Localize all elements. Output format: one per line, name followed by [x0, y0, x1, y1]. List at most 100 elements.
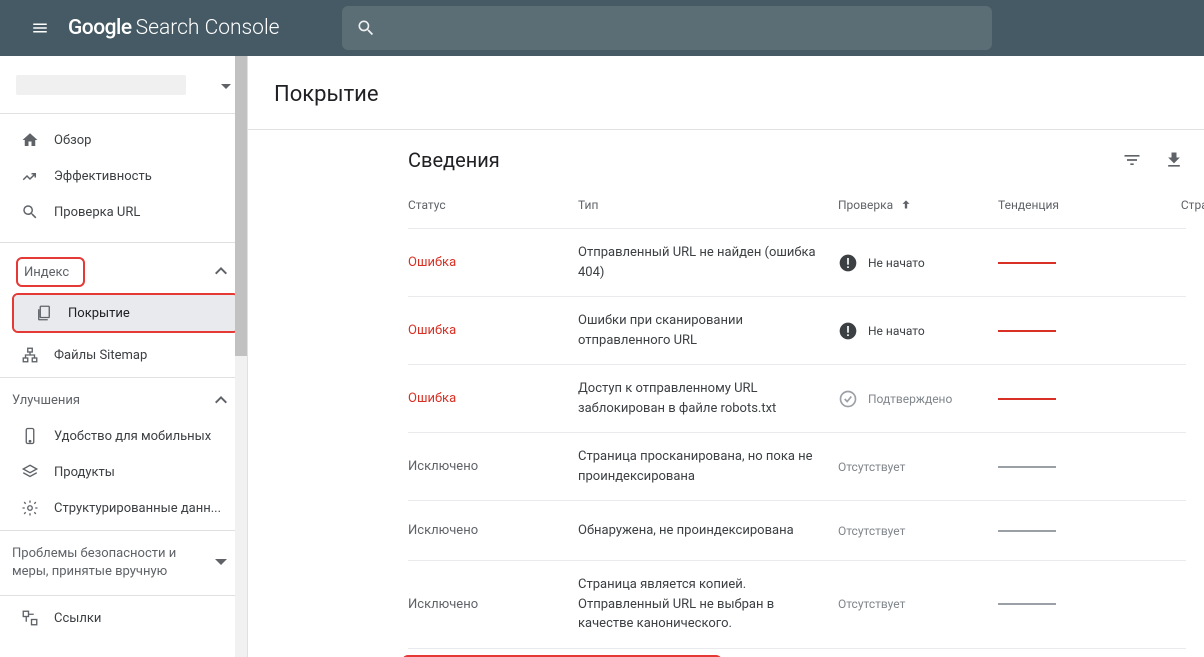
trend-line: [998, 466, 1056, 468]
sidebar-item-url-inspection[interactable]: Проверка URL: [0, 194, 247, 230]
pages-icon: [34, 303, 54, 323]
check-cell: Не начато: [838, 321, 998, 341]
hamburger-menu-button[interactable]: [16, 4, 64, 52]
gear-icon: [20, 498, 40, 518]
sidebar-item-label: Покрытие: [68, 306, 130, 321]
hamburger-icon: [31, 19, 49, 37]
trend-cell: [998, 603, 1158, 605]
sidebar-item-sitemaps[interactable]: Файлы Sitemap: [0, 337, 247, 373]
col-pages[interactable]: Страницы: [1158, 198, 1204, 212]
check-cell: Отсутствует: [838, 460, 998, 474]
type-cell: Доступ к отправленному URL заблокирован …: [578, 379, 838, 418]
trend-line: [998, 398, 1056, 400]
pages-cell: 4: [1158, 523, 1204, 538]
col-type[interactable]: Тип: [578, 198, 838, 212]
pages-cell: 4: [1158, 323, 1204, 338]
check-label: Отсутствует: [838, 524, 905, 538]
download-button[interactable]: [1162, 148, 1186, 172]
type-cell: Страница просканирована, но пока не прои…: [578, 447, 838, 486]
trend-line: [998, 262, 1056, 264]
sidebar-item-mobile[interactable]: Удобство для мобильных: [0, 418, 247, 454]
type-cell: Ошибки при сканировании отправленного UR…: [578, 311, 838, 350]
status-cell: Исключено: [408, 597, 578, 612]
sitemap-icon: [20, 345, 40, 365]
status-cell: Исключено: [408, 459, 578, 474]
sidebar-item-links[interactable]: Ссылки: [0, 600, 247, 636]
sidebar-item-overview[interactable]: Обзор: [0, 122, 247, 158]
check-label: Не начато: [868, 324, 925, 338]
sidebar-section-index[interactable]: Индекс: [0, 253, 247, 289]
sidebar-section-security[interactable]: Проблемы безопасности и меры, принятые в…: [0, 535, 247, 591]
sidebar-item-coverage[interactable]: Покрытие: [14, 295, 237, 331]
highlight-coverage: Покрытие: [12, 293, 239, 333]
divider: [0, 242, 247, 243]
trend-cell: [998, 530, 1158, 532]
divider: [0, 595, 247, 596]
col-trend[interactable]: Тенденция: [998, 198, 1158, 212]
sidebar-item-products[interactable]: Продукты: [0, 454, 247, 490]
filter-button[interactable]: [1120, 148, 1144, 172]
logo-product: Search Console: [136, 16, 280, 40]
scrollbar-thumb[interactable]: [235, 56, 247, 356]
sort-ascending-icon: [899, 198, 913, 212]
check-circle-icon: [838, 389, 858, 409]
search-icon: [20, 202, 40, 222]
chevron-up-icon: [215, 396, 227, 404]
sidebar-scrollbar[interactable]: [235, 56, 247, 657]
chevron-up-icon: [215, 267, 227, 275]
check-label: Подтверждено: [868, 392, 952, 406]
status-cell: Ошибка: [408, 323, 578, 338]
sidebar-item-label: Структурированные данн...: [54, 501, 221, 516]
status-cell: Ошибка: [408, 391, 578, 406]
details-title: Сведения: [408, 148, 500, 172]
trend-line: [998, 603, 1056, 605]
pages-cell: 48: [1158, 459, 1204, 474]
sidebar-section-enhancements[interactable]: Улучшения: [0, 382, 247, 418]
search-input[interactable]: [342, 6, 992, 50]
sidebar-item-label: Обзор: [54, 133, 91, 148]
property-name-placeholder: [16, 75, 186, 95]
trend-cell: [998, 262, 1158, 264]
home-icon: [20, 130, 40, 150]
check-label: Не начато: [868, 256, 925, 270]
table-row[interactable]: ИсключеноСтраница просканирована, но пок…: [408, 432, 1186, 500]
pages-cell: 1: [1158, 597, 1204, 612]
sidebar: Обзор Эффективность Проверка URL Индекс: [0, 56, 248, 657]
search-icon: [356, 18, 376, 38]
divider: [0, 530, 247, 531]
highlight-index-label: Индекс: [16, 257, 85, 287]
status-cell: Ошибка: [408, 255, 578, 270]
col-check[interactable]: Проверка: [838, 198, 998, 212]
sidebar-item-performance[interactable]: Эффективность: [0, 158, 247, 194]
table-row[interactable]: ОшибкаОтправленный URL не найден (ошибка…: [408, 228, 1186, 296]
check-cell: Отсутствует: [838, 524, 998, 538]
check-cell: Отсутствует: [838, 597, 998, 611]
trend-cell: [998, 466, 1158, 468]
chevron-down-icon: [221, 75, 231, 94]
table-row[interactable]: ОшибкаОшибки при сканировании отправленн…: [408, 296, 1186, 364]
trend-cell: [998, 398, 1158, 400]
check-label: Отсутствует: [838, 460, 905, 474]
property-selector[interactable]: [0, 56, 247, 114]
sidebar-item-label: Проверка URL: [54, 205, 140, 220]
link-icon: [20, 608, 40, 628]
trend-line: [998, 530, 1056, 532]
sidebar-item-structured-data[interactable]: Структурированные данн...: [0, 490, 247, 526]
logo-google: Google: [68, 16, 132, 40]
nav-section-main: Обзор Эффективность Проверка URL: [0, 114, 247, 238]
table-row[interactable]: ОшибкаДоступ к отправленному URL заблоки…: [408, 364, 1186, 432]
pages-cell: 8: [1158, 255, 1204, 270]
filter-icon: [1122, 150, 1142, 170]
table-row[interactable]: ИсключеноСтраница является копией. Отпра…: [408, 560, 1186, 648]
status-cell: Исключено: [408, 523, 578, 538]
sidebar-item-label: Ссылки: [54, 611, 101, 626]
table-row[interactable]: ИсключеноОбнаружена, не проиндексирована…: [408, 500, 1186, 560]
table-row[interactable]: Страница без ошибокСтраница отправлена и…: [408, 648, 1186, 657]
layers-icon: [20, 462, 40, 482]
divider: [0, 377, 247, 378]
col-status[interactable]: Статус: [408, 198, 578, 212]
table-body: ОшибкаОтправленный URL не найден (ошибка…: [408, 228, 1186, 657]
download-icon: [1164, 150, 1184, 170]
check-label: Отсутствует: [838, 597, 905, 611]
sidebar-item-label: Файлы Sitemap: [54, 348, 147, 363]
